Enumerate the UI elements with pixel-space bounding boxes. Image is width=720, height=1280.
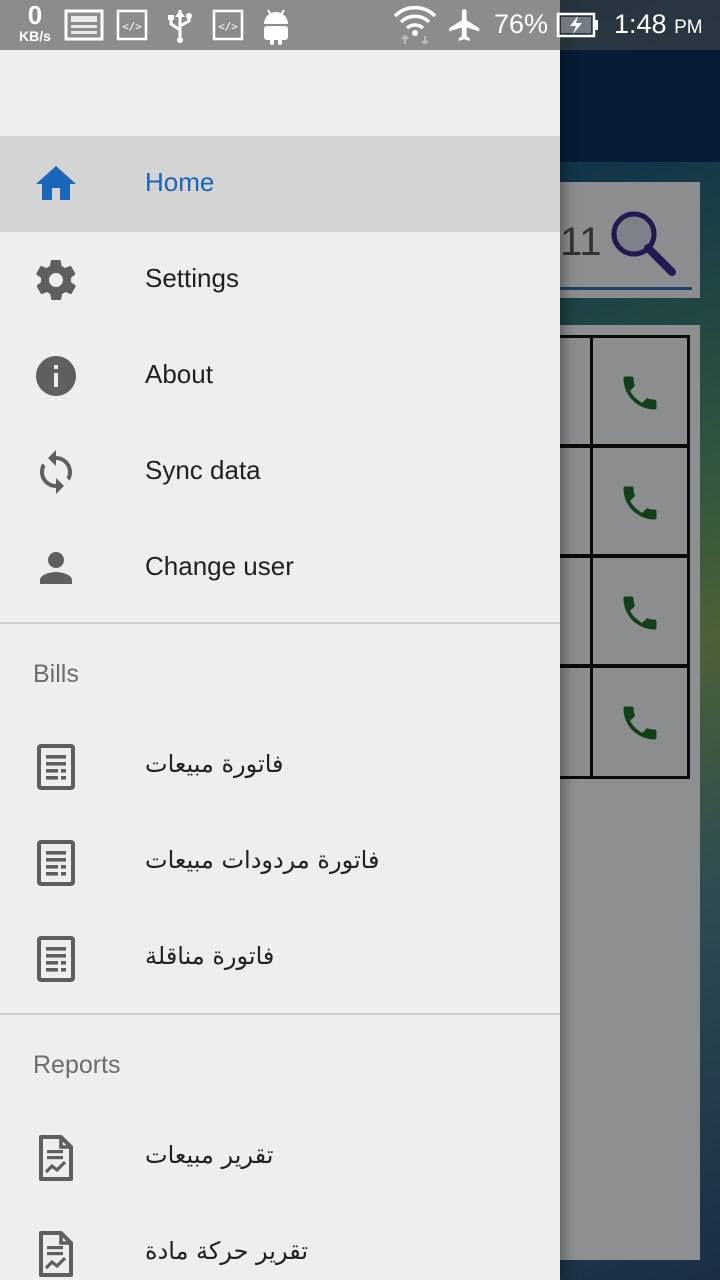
- section-header-reports: Reports: [0, 1015, 560, 1110]
- code-notification-icon-2: </>: [212, 9, 244, 41]
- network-speed-unit: KB/s: [19, 28, 51, 44]
- report-icon: [39, 1135, 73, 1181]
- menu-item-label: Home: [145, 167, 215, 197]
- info-icon: [36, 356, 76, 396]
- clock: 1:48 PM: [614, 9, 703, 40]
- section-title: Bills: [33, 660, 79, 688]
- clock-time: 1:48: [614, 9, 667, 39]
- wifi-icon: [393, 5, 437, 44]
- menu-item-home[interactable]: Home: [0, 136, 560, 232]
- menu-item-label: Sync data: [145, 455, 261, 485]
- clock-suffix: PM: [674, 17, 703, 38]
- sync-icon: [40, 450, 72, 494]
- navigation-drawer: Home Settings About Sync data Change use…: [0, 0, 560, 1280]
- menu-item-settings[interactable]: Settings: [0, 232, 560, 328]
- menu-item-about[interactable]: About: [0, 328, 560, 424]
- menu-item-label: فاتورة مناقلة: [145, 942, 275, 970]
- battery-charging-icon: [556, 12, 598, 38]
- person-icon: [40, 552, 72, 584]
- menu-item-sales-invoice[interactable]: فاتورة مبيعات: [0, 719, 560, 815]
- battery-percent: 76%: [494, 9, 549, 39]
- document-icon: [37, 744, 75, 790]
- section-header-bills: Bills: [0, 624, 560, 719]
- document-icon: [37, 840, 75, 886]
- menu-item-label: About: [145, 359, 213, 389]
- menu-item-sales-returns-invoice[interactable]: فاتورة مردودات مبيعات: [0, 815, 560, 911]
- android-icon: [264, 9, 288, 45]
- gear-icon: [36, 260, 76, 300]
- menu-item-sales-report[interactable]: تقرير مبيعات: [0, 1110, 560, 1206]
- network-speed-value: 0: [27, 0, 43, 30]
- menu-item-label: فاتورة مردودات مبيعات: [145, 846, 380, 874]
- report-icon: [39, 1231, 73, 1277]
- menu-item-label: تقرير حركة مادة: [145, 1237, 309, 1265]
- menu-item-transfer-invoice[interactable]: فاتورة مناقلة: [0, 911, 560, 1007]
- menu-item-label: Settings: [145, 263, 239, 293]
- svg-text:</>: </>: [218, 20, 238, 33]
- menu-item-label: Change user: [145, 551, 294, 581]
- home-icon: [36, 166, 76, 200]
- status-bar: 0 KB/s </> </> 76% 1:48 PM: [0, 0, 720, 50]
- image-notification-icon: [64, 9, 104, 41]
- menu-item-item-movement-report[interactable]: تقرير حركة مادة: [0, 1206, 560, 1280]
- usb-icon: [168, 10, 192, 43]
- svg-text:</>: </>: [122, 20, 142, 33]
- airplane-icon: [449, 9, 480, 41]
- document-icon: [37, 936, 75, 982]
- menu-item-change-user[interactable]: Change user: [0, 520, 560, 616]
- menu-item-sync-data[interactable]: Sync data: [0, 424, 560, 520]
- code-notification-icon: </>: [116, 9, 148, 41]
- menu-item-label: تقرير مبيعات: [145, 1141, 274, 1169]
- section-title: Reports: [33, 1051, 121, 1079]
- network-speed: 0 KB/s: [12, 2, 58, 43]
- menu-item-label: فاتورة مبيعات: [145, 750, 284, 778]
